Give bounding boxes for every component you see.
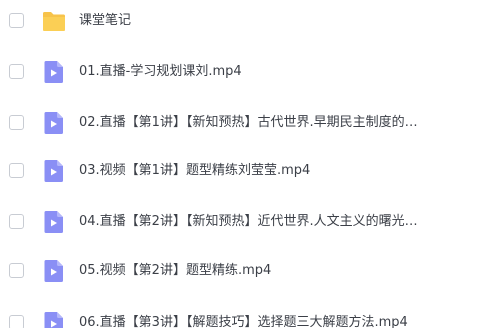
video-file-icon <box>41 110 67 136</box>
video-file-icon <box>41 158 67 184</box>
row-checkbox[interactable] <box>9 315 24 328</box>
row-checkbox[interactable] <box>9 163 24 178</box>
video-file-icon <box>41 209 67 235</box>
file-name[interactable]: 05.视频【第2讲】题型精练.mp4 <box>79 251 475 291</box>
file-name[interactable]: 课堂笔记 <box>79 1 475 41</box>
file-name[interactable]: 03.视频【第1讲】题型精练刘莹莹.mp4 <box>79 151 475 191</box>
row-checkbox[interactable] <box>9 64 24 79</box>
file-name[interactable]: 01.直播-学习规划课刘.mp4 <box>79 52 475 92</box>
file-row-video[interactable]: 06.直播【第3讲】【解题技巧】选择题三大解题方法.mp4 <box>0 303 481 328</box>
video-file-icon <box>41 59 67 85</box>
row-checkbox[interactable] <box>9 115 24 130</box>
row-checkbox[interactable] <box>9 263 24 278</box>
folder-icon <box>41 8 67 34</box>
file-row-folder[interactable]: 课堂笔记 <box>0 1 481 41</box>
file-name[interactable]: 06.直播【第3讲】【解题技巧】选择题三大解题方法.mp4 <box>79 303 475 328</box>
file-row-video[interactable]: 02.直播【第1讲】【新知预热】古代世界.早期民主制度的… <box>0 103 481 143</box>
file-name[interactable]: 04.直播【第2讲】【新知预热】近代世界.人文主义的曙光… <box>79 202 475 242</box>
file-row-video[interactable]: 01.直播-学习规划课刘.mp4 <box>0 52 481 92</box>
file-name[interactable]: 02.直播【第1讲】【新知预热】古代世界.早期民主制度的… <box>79 103 475 143</box>
row-checkbox[interactable] <box>9 13 24 28</box>
file-row-video[interactable]: 04.直播【第2讲】【新知预热】近代世界.人文主义的曙光… <box>0 202 481 242</box>
file-row-video[interactable]: 03.视频【第1讲】题型精练刘莹莹.mp4 <box>0 151 481 191</box>
video-file-icon <box>41 258 67 284</box>
video-file-icon <box>41 310 67 328</box>
file-row-video[interactable]: 05.视频【第2讲】题型精练.mp4 <box>0 251 481 291</box>
row-checkbox[interactable] <box>9 214 24 229</box>
file-list: 课堂笔记 01.直播-学习规划课刘.mp4 02.直播【第1讲】【新知预热】古代… <box>0 0 481 328</box>
